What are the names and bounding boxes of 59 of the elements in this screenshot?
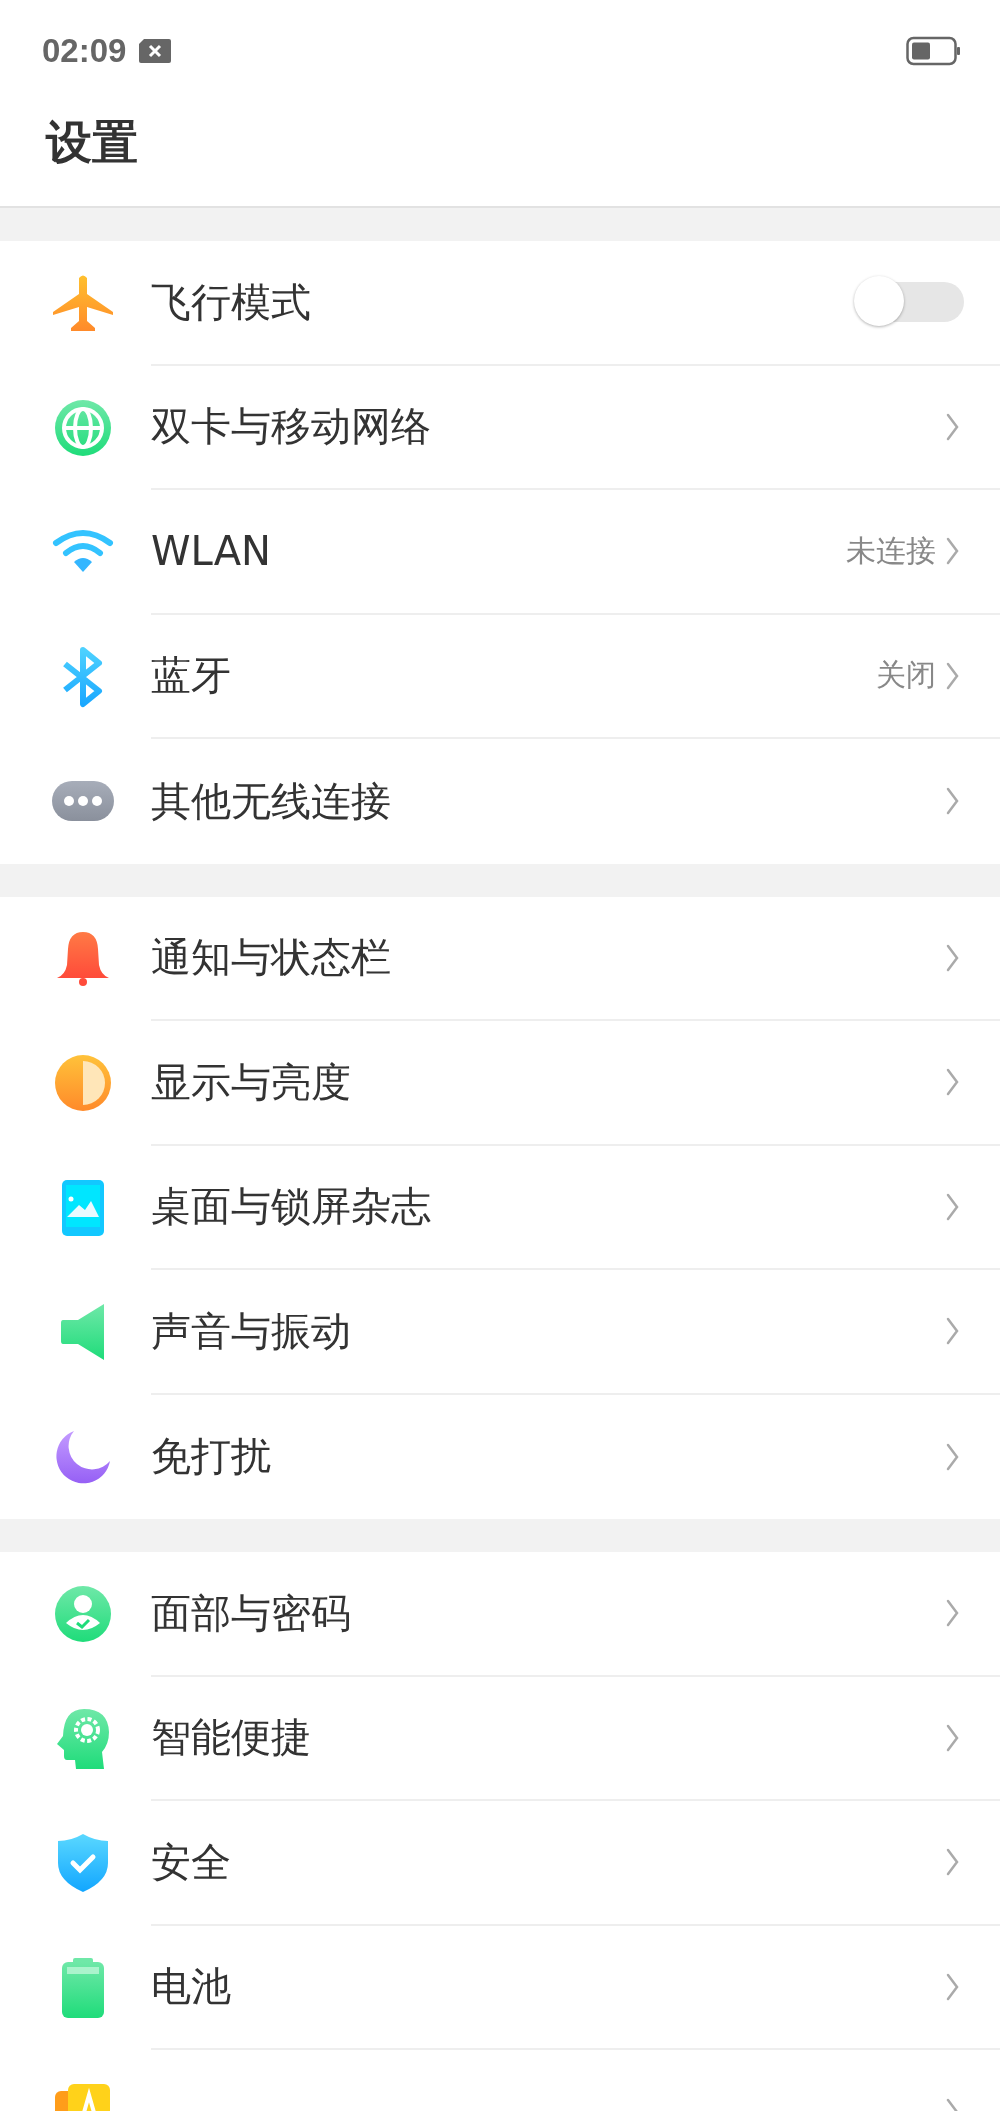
bell-icon — [55, 930, 111, 987]
page-title: 设置 — [46, 114, 139, 171]
shield-icon — [57, 1833, 109, 1894]
setting-label: 双卡与移动网络 — [151, 402, 432, 452]
chevron-icon — [946, 412, 960, 441]
brightness-icon — [54, 1054, 112, 1113]
status-time: 02:09 — [42, 32, 127, 70]
chevron-icon — [946, 943, 960, 972]
setting-label: WLAN — [151, 528, 273, 575]
chevron-icon — [946, 537, 960, 566]
battery-icon — [61, 1956, 105, 2019]
chevron-icon — [946, 661, 960, 690]
setting-value: 未连接 — [846, 531, 936, 570]
face-id-icon — [54, 1585, 112, 1644]
settings-row[interactable]: 蓝牙 关闭 — [0, 614, 1000, 739]
setting-label: 通知与状态栏 — [151, 933, 392, 983]
head-gear-icon — [56, 1707, 110, 1770]
settings-row[interactable]: 显示与亮度 — [0, 1021, 1000, 1146]
setting-label: 显示与亮度 — [151, 1057, 352, 1107]
settings-row[interactable]: 免打扰 — [0, 1394, 1000, 1519]
more-icon — [51, 780, 115, 823]
chevron-icon — [946, 1972, 960, 2001]
setting-label: 安全 — [151, 1837, 232, 1887]
setting-label: 免打扰 — [151, 1432, 272, 1482]
settings-row[interactable]: 智能便捷 — [0, 1676, 1000, 1801]
setting-value: 关闭 — [876, 656, 936, 695]
setting-label: 桌面与锁屏杂志 — [151, 1182, 432, 1232]
settings-row[interactable]: 面部与密码 — [0, 1552, 1000, 1677]
setting-label: 飞行模式 — [151, 277, 312, 327]
settings-row[interactable]: 飞行模式 — [0, 241, 1000, 366]
chevron-icon — [946, 1848, 960, 1877]
setting-label: 面部与密码 — [151, 1588, 352, 1638]
battery-status-icon — [906, 36, 960, 66]
chevron-icon — [946, 1192, 960, 1221]
setting-label: 智能便捷 — [151, 1713, 312, 1763]
settings-row[interactable]: 其他无线连接 — [0, 739, 1000, 864]
setting-label: 其他无线连接 — [151, 776, 392, 826]
chevron-icon — [946, 1442, 960, 1471]
settings-row[interactable]: WLAN 未连接 — [0, 490, 1000, 615]
setting-label: 蓝牙 — [151, 651, 232, 701]
wallpaper-icon — [61, 1178, 105, 1237]
chevron-icon — [946, 787, 960, 816]
settings-row[interactable]: 双卡与移动网络 — [0, 365, 1000, 490]
globe-icon — [54, 398, 112, 457]
chevron-icon — [946, 1317, 960, 1346]
setting-label: 电池 — [151, 1962, 232, 2012]
settings-row[interactable]: 通知与状态栏 — [0, 896, 1000, 1021]
settings-row[interactable]: 安全 — [0, 1801, 1000, 1926]
speaker-icon — [60, 1303, 106, 1362]
chevron-icon — [946, 1068, 960, 1097]
sim-off-icon — [138, 38, 173, 64]
airplane-icon — [52, 274, 114, 333]
setting-label: 声音与振动 — [151, 1306, 352, 1356]
chevron-icon — [946, 1723, 960, 1752]
chevron-icon — [946, 1599, 960, 1628]
settings-row[interactable]: 电池 — [0, 1925, 1000, 2050]
settings-row[interactable]: 声音与振动 — [0, 1270, 1000, 1395]
settings-row[interactable]: 桌面与锁屏杂志 — [0, 1145, 1000, 1270]
moon-icon — [54, 1428, 112, 1485]
